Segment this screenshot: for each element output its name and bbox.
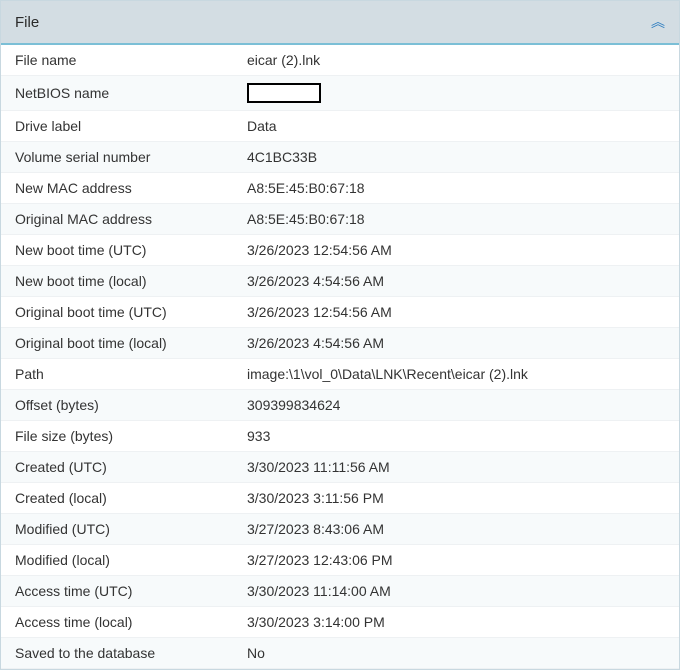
property-label: NetBIOS name <box>1 78 233 108</box>
property-label: Path <box>1 359 233 389</box>
property-value: 933 <box>233 421 679 451</box>
property-row: Drive labelData <box>1 111 679 142</box>
property-value: 309399834624 <box>233 390 679 420</box>
property-row: Created (local)3/30/2023 3:11:56 PM <box>1 483 679 514</box>
property-row: New MAC addressA8:5E:45:B0:67:18 <box>1 173 679 204</box>
property-label: New boot time (local) <box>1 266 233 296</box>
property-row: Modified (local)3/27/2023 12:43:06 PM <box>1 545 679 576</box>
collapse-icon[interactable]: ︽ <box>651 15 665 29</box>
property-label: Created (UTC) <box>1 452 233 482</box>
property-label: Volume serial number <box>1 142 233 172</box>
property-value: A8:5E:45:B0:67:18 <box>233 204 679 234</box>
property-row: Access time (local)3/30/2023 3:14:00 PM <box>1 607 679 638</box>
property-label: Access time (UTC) <box>1 576 233 606</box>
property-value: 3/30/2023 3:14:00 PM <box>233 607 679 637</box>
property-row: Saved to the databaseNo <box>1 638 679 669</box>
property-row: Created (UTC)3/30/2023 11:11:56 AM <box>1 452 679 483</box>
property-row: Original MAC addressA8:5E:45:B0:67:18 <box>1 204 679 235</box>
property-row: Original boot time (local)3/26/2023 4:54… <box>1 328 679 359</box>
property-row: Modified (UTC)3/27/2023 8:43:06 AM <box>1 514 679 545</box>
property-row: File nameeicar (2).lnk <box>1 45 679 76</box>
property-label: File name <box>1 45 233 75</box>
property-row: Access time (UTC)3/30/2023 11:14:00 AM <box>1 576 679 607</box>
property-value: eicar (2).lnk <box>233 45 679 75</box>
property-row: Original boot time (UTC)3/26/2023 12:54:… <box>1 297 679 328</box>
property-value: 3/26/2023 4:54:56 AM <box>233 328 679 358</box>
property-label: Saved to the database <box>1 638 233 668</box>
property-label: Original MAC address <box>1 204 233 234</box>
property-row: Volume serial number4C1BC33B <box>1 142 679 173</box>
property-label: Created (local) <box>1 483 233 513</box>
property-label: File size (bytes) <box>1 421 233 451</box>
property-label: Modified (UTC) <box>1 514 233 544</box>
file-panel: File ︽ File nameeicar (2).lnkNetBIOS nam… <box>0 0 680 670</box>
property-label: New MAC address <box>1 173 233 203</box>
property-value: Data <box>233 111 679 141</box>
property-label: Offset (bytes) <box>1 390 233 420</box>
panel-header[interactable]: File ︽ <box>1 1 679 45</box>
panel-title: File <box>15 14 39 31</box>
property-row: NetBIOS name <box>1 76 679 111</box>
property-value: image:\1\vol_0\Data\LNK\Recent\eicar (2)… <box>233 359 679 389</box>
property-value: 3/27/2023 8:43:06 AM <box>233 514 679 544</box>
property-value: 3/26/2023 12:54:56 AM <box>233 297 679 327</box>
redacted-box <box>247 83 321 103</box>
property-row: Pathimage:\1\vol_0\Data\LNK\Recent\eicar… <box>1 359 679 390</box>
property-value <box>233 76 679 110</box>
property-value: 3/30/2023 3:11:56 PM <box>233 483 679 513</box>
property-row: New boot time (UTC)3/26/2023 12:54:56 AM <box>1 235 679 266</box>
property-row: New boot time (local)3/26/2023 4:54:56 A… <box>1 266 679 297</box>
property-label: Original boot time (local) <box>1 328 233 358</box>
property-row: Offset (bytes)309399834624 <box>1 390 679 421</box>
property-label: Original boot time (UTC) <box>1 297 233 327</box>
property-value: 3/26/2023 4:54:56 AM <box>233 266 679 296</box>
property-value: 3/30/2023 11:14:00 AM <box>233 576 679 606</box>
property-rows: File nameeicar (2).lnkNetBIOS nameDrive … <box>1 45 679 669</box>
property-value: A8:5E:45:B0:67:18 <box>233 173 679 203</box>
property-label: Access time (local) <box>1 607 233 637</box>
property-value: 3/27/2023 12:43:06 PM <box>233 545 679 575</box>
property-label: New boot time (UTC) <box>1 235 233 265</box>
property-row: File size (bytes)933 <box>1 421 679 452</box>
property-value: 4C1BC33B <box>233 142 679 172</box>
property-label: Modified (local) <box>1 545 233 575</box>
property-value: 3/30/2023 11:11:56 AM <box>233 452 679 482</box>
property-value: No <box>233 638 679 668</box>
property-value: 3/26/2023 12:54:56 AM <box>233 235 679 265</box>
property-label: Drive label <box>1 111 233 141</box>
